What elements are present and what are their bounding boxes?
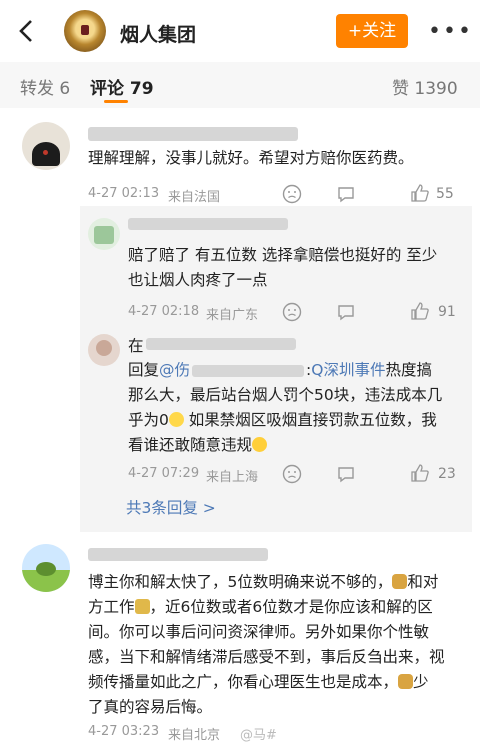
hook-emoji-icon (134, 599, 150, 614)
blurred-username (128, 218, 288, 230)
money-bag-emoji-icon (398, 674, 414, 689)
like-count: 23 (438, 466, 456, 482)
like-icon[interactable] (410, 463, 430, 483)
like-count: 91 (438, 304, 456, 320)
like-count: 55 (436, 186, 454, 202)
reply-time: 4-27 07:29 (128, 466, 200, 481)
active-tab-indicator (104, 100, 128, 103)
watermark: @马# (240, 728, 277, 743)
comment-location: 来自法国 (168, 190, 221, 205)
reply-text-line: 那么大，最后站台烟人罚个50块，违法成本几 (128, 386, 443, 404)
reply-text-line: 也让烟人肉疼了一点 (128, 271, 268, 289)
more-options-icon[interactable]: ••• (428, 19, 473, 44)
blurred-username (88, 127, 298, 141)
back-arrow-icon[interactable] (16, 18, 38, 44)
reply-time: 4-27 02:18 (128, 304, 200, 319)
tab-comments[interactable]: 评论 79 (90, 74, 154, 99)
comment-text-line: 频传播量如此之广，你看心理医生也是成本，少 (88, 673, 429, 691)
comment-time: 4-27 03:23 (88, 724, 160, 739)
blurred-username (88, 548, 268, 561)
reply-text-line: 赔了赔了 有五位数 选择拿赔偿也挺好的 至少 (128, 246, 438, 264)
replier-avatar[interactable] (88, 218, 120, 250)
follow-button[interactable]: +关注 (336, 14, 408, 48)
emoji-react-icon[interactable] (282, 302, 302, 322)
like-icon[interactable] (410, 183, 430, 203)
comment-text-line: 博主你和解太快了，5位数明确来说不够的， 和对 (88, 573, 439, 591)
reply-text-line: 看谁还敢随意违规 (128, 433, 268, 458)
blurred-username (146, 338, 296, 350)
like-icon[interactable] (410, 301, 430, 321)
reply-location: 来自广东 (206, 308, 259, 323)
reply-icon[interactable] (336, 302, 356, 322)
emoji-react-icon[interactable] (282, 464, 302, 484)
replier-avatar[interactable] (88, 334, 120, 366)
commenter-avatar[interactable] (22, 544, 70, 592)
top-bar: 烟人集团 +关注 ••• (0, 0, 480, 62)
comment-text-line: 间。你可以事后问问资深律师。另外如果你个性敏 (88, 623, 430, 641)
reply-text-line: 回复@伤:Q深圳事件热度搞 (128, 361, 432, 379)
reply-icon[interactable] (336, 184, 356, 204)
emoji-react-icon[interactable] (282, 184, 302, 204)
tab-likes[interactable]: 赞 1390 (392, 74, 458, 99)
comment-text: 理解理解，没事儿就好。希望对方赔你医药费。 (88, 149, 414, 167)
account-name[interactable]: 烟人集团 (120, 20, 196, 47)
reply-text-line: 乎为0 如果禁烟区吸烟直接罚款五位数，我 (128, 411, 437, 429)
view-all-replies-link[interactable]: 共3条回复 > (126, 496, 216, 521)
tab-repost[interactable]: 转发 6 (20, 74, 70, 99)
laughing-emoji-icon (168, 412, 184, 427)
reply-icon[interactable] (336, 464, 356, 484)
tab-bar: 转发 6 评论 79 赞 1390 (0, 62, 480, 108)
mention-link[interactable]: @伤 (159, 361, 190, 379)
comment-text-line: 方工作 ，近6位数或者6位数才是你应该和解的区 (88, 598, 433, 616)
reply-location: 来自上海 (206, 470, 259, 485)
account-avatar[interactable] (64, 10, 106, 52)
commenter-avatar[interactable] (22, 122, 70, 170)
smirk-emoji-icon (252, 437, 268, 452)
replier-name-prefix: 在 (128, 337, 144, 355)
comment-location: 来自北京 (168, 728, 221, 743)
comment-time: 4-27 02:13 (88, 186, 160, 201)
topic-link[interactable]: Q深圳事件 (311, 361, 385, 379)
comment-text-line: 感，当下和解情绪滞后感受不到，事后反刍出来，视 (88, 648, 445, 666)
money-bag-emoji-icon (392, 574, 408, 589)
comment-text-line: 了真的容易后悔。 (88, 698, 213, 716)
